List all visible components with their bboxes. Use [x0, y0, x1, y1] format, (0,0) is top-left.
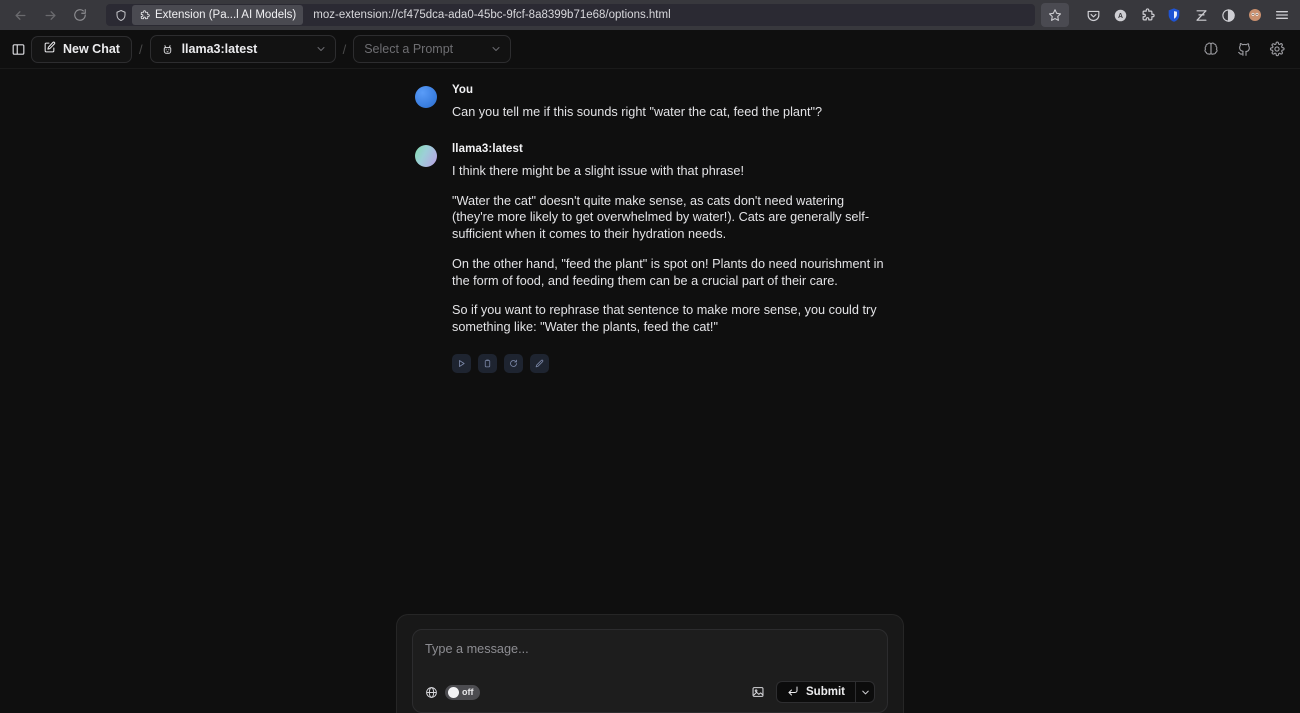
composer: Type a message... off — [0, 614, 1300, 713]
refresh-icon — [509, 359, 518, 368]
submit-label: Submit — [806, 686, 845, 698]
extension-puzzle-icon — [139, 10, 150, 21]
prompt-selector[interactable]: Select a Prompt — [353, 35, 511, 63]
chat-scroll-area[interactable]: You Can you tell me if this sounds right… — [0, 69, 1300, 713]
globe-icon[interactable] — [425, 686, 438, 699]
extension-toolbar-icons: A — [1075, 3, 1294, 27]
message-author: llama3:latest — [452, 143, 885, 155]
message-paragraph: So if you want to rephrase that sentence… — [452, 302, 885, 336]
back-arrow-icon[interactable] — [6, 1, 34, 29]
model-selector[interactable]: llama3:latest — [150, 35, 336, 63]
url-text: moz-extension://cf475dca-ada0-45bc-9fcf-… — [313, 9, 670, 21]
enter-key-icon — [787, 685, 799, 700]
forward-arrow-icon[interactable] — [36, 1, 64, 29]
reload-icon[interactable] — [66, 1, 94, 29]
llama-icon — [161, 43, 174, 56]
toggle-knob — [448, 687, 459, 698]
message-list: You Can you tell me if this sounds right… — [415, 69, 885, 373]
message-action-bar — [452, 354, 885, 373]
submit-options-caret[interactable] — [855, 681, 875, 703]
web-search-toggle[interactable]: off — [445, 685, 480, 700]
github-icon[interactable] — [1233, 38, 1255, 60]
toggle-state-label: off — [462, 687, 474, 697]
breadcrumb-separator-1: / — [139, 42, 143, 57]
clipboard-icon — [483, 359, 492, 368]
settings-gear-icon[interactable] — [1266, 38, 1288, 60]
chevron-down-icon[interactable] — [315, 43, 327, 55]
message-paragraph: "Water the cat" doesn't quite make sense… — [452, 193, 885, 243]
page-assist-icon[interactable] — [1135, 3, 1159, 27]
browser-toolbar: Extension (Pa...l AI Models) moz-extensi… — [0, 0, 1300, 30]
message-author: You — [452, 84, 885, 96]
adblock-icon[interactable]: A — [1108, 3, 1132, 27]
regenerate-button[interactable] — [504, 354, 523, 373]
address-bar[interactable]: Extension (Pa...l AI Models) moz-extensi… — [106, 4, 1035, 26]
bookmark-star-icon[interactable] — [1041, 3, 1069, 27]
tab-title: Extension (Pa...l AI Models) — [155, 9, 296, 21]
chevron-down-icon[interactable] — [490, 43, 502, 55]
account-avatar-icon[interactable] — [1243, 3, 1267, 27]
message-paragraph: On the other hand, "feed the plant" is s… — [452, 256, 885, 290]
shield-icon[interactable] — [110, 6, 132, 24]
panel-toggle-icon[interactable] — [5, 36, 31, 62]
assistant-avatar — [415, 145, 437, 167]
new-chat-label: New Chat — [63, 42, 120, 56]
composer-box[interactable]: Type a message... off — [412, 629, 888, 713]
submit-button[interactable]: Submit — [776, 681, 855, 703]
bitwarden-icon[interactable] — [1162, 3, 1186, 27]
message-paragraph: I think there might be a slight issue wi… — [452, 163, 885, 180]
pencil-icon — [535, 359, 544, 368]
pocket-icon[interactable] — [1081, 3, 1105, 27]
app-header: New Chat / llama3:latest / Select a Prom… — [0, 30, 1300, 69]
new-chat-button[interactable]: New Chat — [31, 36, 132, 63]
user-avatar — [415, 86, 437, 108]
extension-identity-chip[interactable]: Extension (Pa...l AI Models) — [132, 5, 303, 25]
play-icon — [457, 359, 466, 368]
model-value: llama3:latest — [182, 42, 307, 56]
dark-reader-icon[interactable] — [1216, 3, 1240, 27]
header-actions — [1200, 38, 1288, 60]
breadcrumb-separator-2: / — [343, 42, 347, 57]
app-menu-icon[interactable] — [1270, 3, 1294, 27]
text-to-speech-button[interactable] — [452, 354, 471, 373]
brain-icon[interactable] — [1200, 38, 1222, 60]
message-assistant: llama3:latest I think there might be a s… — [415, 143, 885, 373]
zotero-icon[interactable] — [1189, 3, 1213, 27]
prompt-placeholder: Select a Prompt — [364, 42, 482, 56]
svg-text:A: A — [1118, 13, 1123, 20]
message-paragraph: Can you tell me if this sounds right "wa… — [452, 104, 885, 121]
edit-button[interactable] — [530, 354, 549, 373]
message-input[interactable]: Type a message... — [425, 642, 875, 681]
message-user: You Can you tell me if this sounds right… — [415, 84, 885, 121]
compose-icon — [43, 41, 56, 57]
image-upload-icon[interactable] — [751, 685, 765, 699]
submit-group: Submit — [776, 681, 875, 703]
copy-button[interactable] — [478, 354, 497, 373]
